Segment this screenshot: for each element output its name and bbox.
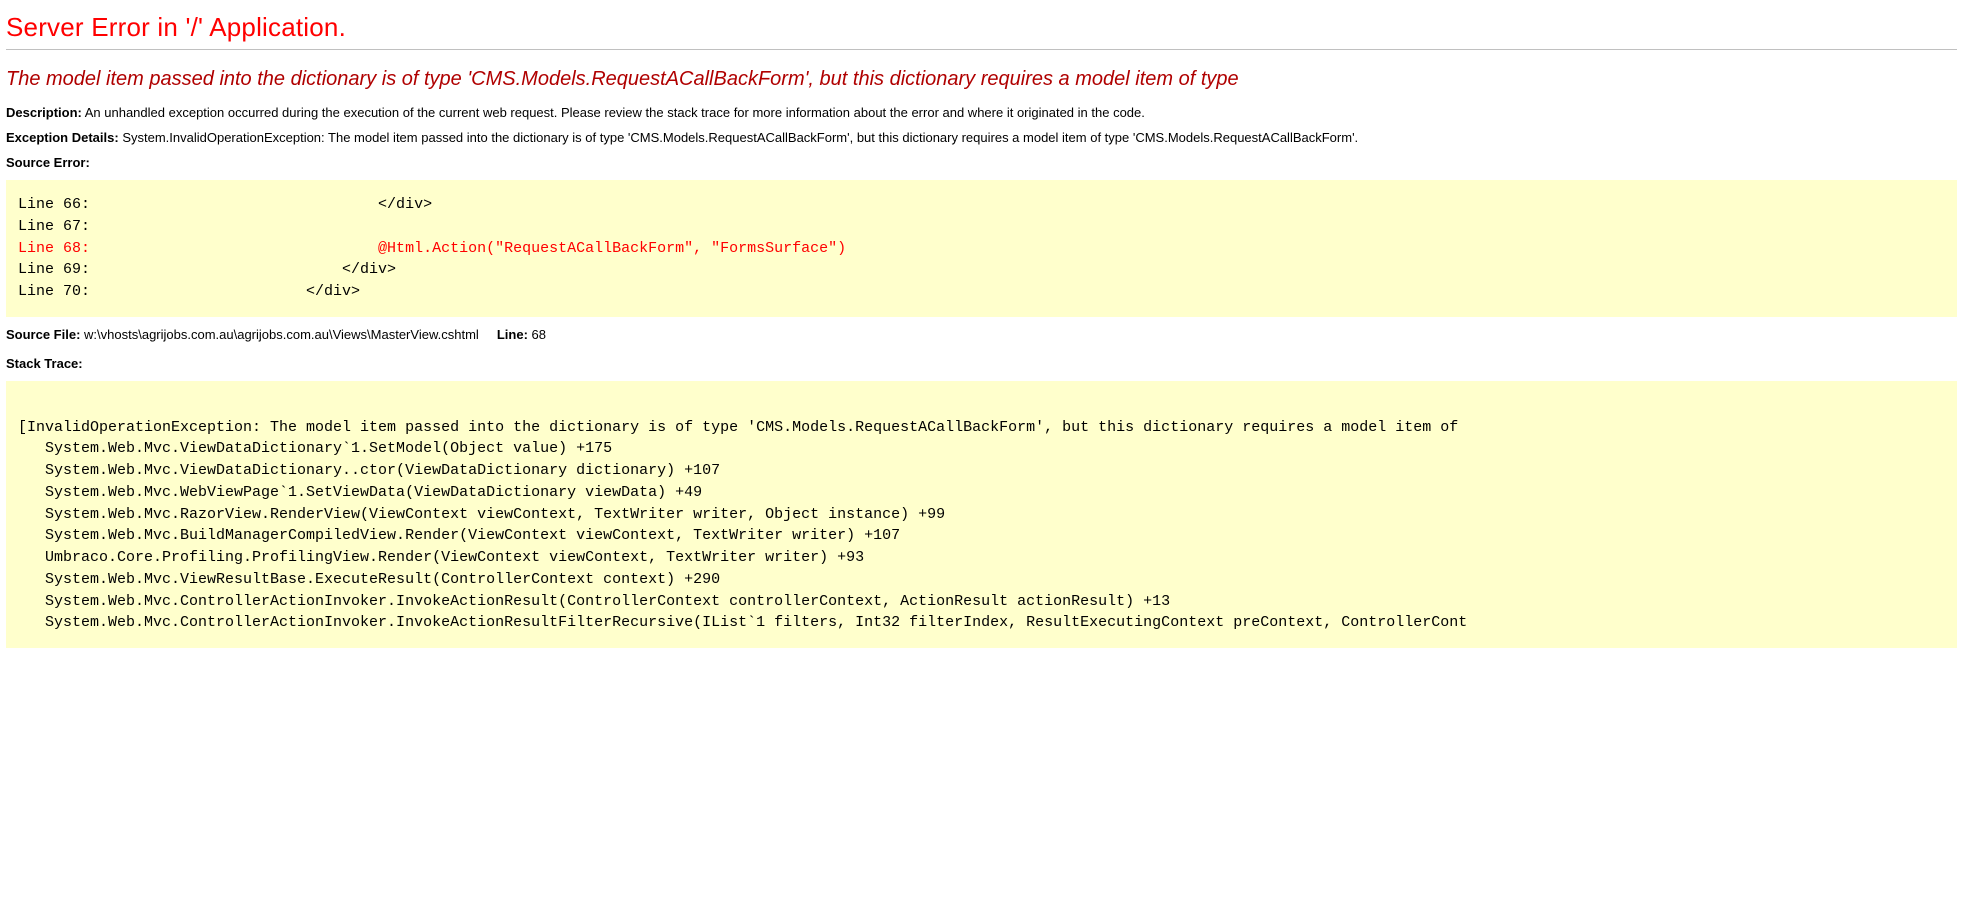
- description-text: An unhandled exception occurred during t…: [85, 105, 1145, 120]
- source-error-label: Source Error:: [6, 155, 90, 170]
- error-heading: The model item passed into the dictionar…: [6, 68, 1957, 91]
- divider: [6, 49, 1957, 50]
- source-error-block: Line 66: </div> Line 67: Line 68: @Html.…: [6, 180, 1957, 317]
- page-title: Server Error in '/' Application.: [6, 12, 1957, 43]
- exception-label: Exception Details:: [6, 130, 119, 145]
- source-file-label: Source File:: [6, 327, 80, 342]
- line-value: 68: [532, 327, 546, 342]
- source-line-68: Line 68: @Html.Action("RequestACallBackF…: [18, 240, 846, 257]
- source-error-pre: Line 66: </div> Line 67: Line 68: @Html.…: [18, 194, 1945, 303]
- description-label: Description:: [6, 105, 82, 120]
- exception-text: System.InvalidOperationException: The mo…: [122, 130, 1358, 145]
- stack-trace-pre: [InvalidOperationException: The model it…: [18, 395, 1945, 634]
- source-file-line: Source File: w:\vhosts\agrijobs.com.au\a…: [6, 327, 1957, 342]
- stack-trace-label: Stack Trace:: [6, 356, 83, 371]
- source-line-69: Line 69: </div>: [18, 261, 396, 278]
- stack-trace-block: [InvalidOperationException: The model it…: [6, 381, 1957, 648]
- stack-trace-section: Stack Trace:: [6, 356, 1957, 371]
- source-line-66: Line 66: </div>: [18, 196, 432, 213]
- source-file-value: w:\vhosts\agrijobs.com.au\agrijobs.com.a…: [84, 327, 479, 342]
- source-line-70: Line 70: </div>: [18, 283, 360, 300]
- source-line-67: Line 67:: [18, 218, 90, 235]
- exception-section: Exception Details: System.InvalidOperati…: [6, 130, 1957, 145]
- line-label: Line:: [497, 327, 528, 342]
- source-error-section: Source Error:: [6, 155, 1957, 170]
- description-section: Description: An unhandled exception occu…: [6, 105, 1957, 120]
